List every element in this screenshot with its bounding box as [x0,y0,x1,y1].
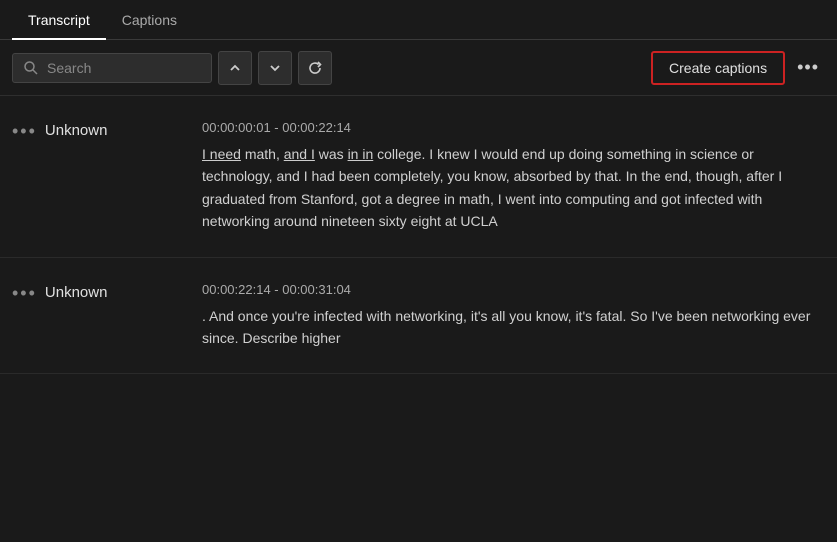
navigate-up-button[interactable] [218,51,252,85]
speaker-section: ••• Unknown [12,282,202,302]
refresh-icon [307,60,323,76]
tab-captions[interactable]: Captions [106,4,193,40]
text-span: and I [284,146,315,162]
transcript-entry-content: 00:00:00:01 - 00:00:22:14 I need math, a… [202,120,825,233]
timestamp: 00:00:22:14 - 00:00:31:04 [202,282,825,297]
search-icon [23,60,39,76]
transcript-content: ••• Unknown 00:00:00:01 - 00:00:22:14 I … [0,96,837,542]
transcript-text: I need math, and I was in in college. I … [202,143,825,233]
text-span: I need [202,146,241,162]
chevron-up-icon [229,62,241,74]
text-span: . And once you're infected with networki… [202,308,810,346]
tab-bar: Transcript Captions [0,0,837,40]
search-input[interactable] [47,60,187,76]
transcript-text: . And once you're infected with networki… [202,305,825,350]
table-row: ••• Unknown 00:00:22:14 - 00:00:31:04 . … [0,258,837,375]
table-row: ••• Unknown 00:00:00:01 - 00:00:22:14 I … [0,96,837,258]
speaker-section: ••• Unknown [12,120,202,140]
speaker-menu-icon[interactable]: ••• [12,122,37,140]
text-span: math, [245,146,284,162]
toolbar: Create captions ••• [0,40,837,96]
speaker-name: Unknown [45,284,108,301]
text-span: was [319,146,348,162]
navigate-down-button[interactable] [258,51,292,85]
search-box[interactable] [12,53,212,83]
transcript-entry-content: 00:00:22:14 - 00:00:31:04 . And once you… [202,282,825,350]
speaker-name: Unknown [45,122,108,139]
text-span: in in [348,146,374,162]
more-options-button[interactable]: ••• [791,57,825,78]
chevron-down-icon [269,62,281,74]
speaker-menu-icon[interactable]: ••• [12,284,37,302]
timestamp: 00:00:00:01 - 00:00:22:14 [202,120,825,135]
tab-transcript[interactable]: Transcript [12,4,106,40]
refresh-button[interactable] [298,51,332,85]
create-captions-button[interactable]: Create captions [651,51,785,85]
app-container: Transcript Captions [0,0,837,542]
